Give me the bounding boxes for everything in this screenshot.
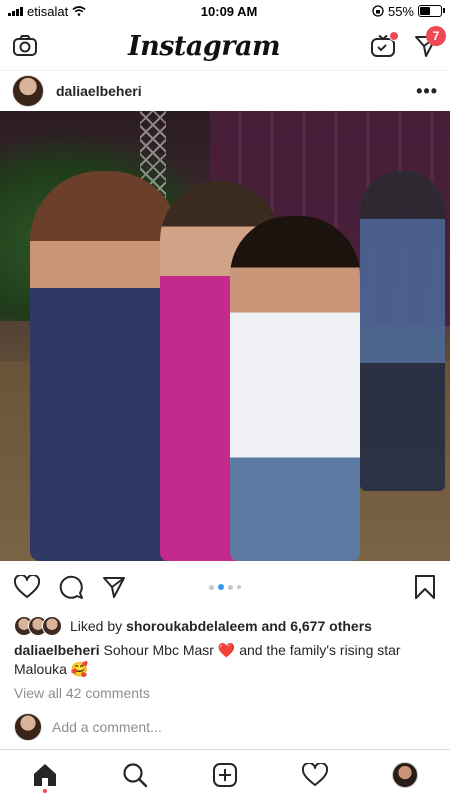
bookmark-icon[interactable] (414, 574, 436, 600)
post-caption: daliaelbeheri Sohour Mbc Masr ❤️ and the… (0, 639, 450, 679)
signal-icon (8, 6, 23, 16)
add-post-icon (213, 763, 237, 787)
photo-person-left (30, 171, 180, 561)
bottom-tab-bar (0, 749, 450, 800)
igtv-new-dot (388, 31, 399, 41)
author-username[interactable]: daliaelbeheri (56, 83, 142, 99)
search-icon (123, 763, 148, 788)
post-actions (0, 561, 450, 613)
orientation-lock-icon (372, 5, 384, 17)
notification-badge: 7 (425, 26, 446, 46)
status-bar: etisalat 10:09 AM 55% (0, 0, 450, 22)
photo-person-background (360, 171, 445, 491)
carousel-dot (237, 585, 241, 589)
liker-avatars (14, 616, 62, 636)
photo-person-right (230, 216, 360, 561)
camera-icon (13, 35, 37, 56)
tab-profile[interactable] (385, 755, 425, 795)
carousel-dot (228, 584, 233, 590)
actions-left (14, 574, 126, 600)
caption-username[interactable]: daliaelbeheri (14, 642, 100, 658)
current-user-avatar (14, 713, 42, 741)
status-left: etisalat (8, 4, 86, 19)
more-options-icon[interactable]: ••• (416, 81, 438, 102)
igtv-button[interactable] (370, 31, 399, 58)
post-header: daliaelbeheri ••• (0, 71, 450, 111)
post-author[interactable]: daliaelbeheri (12, 75, 142, 107)
liked-by-prefix: Liked by (70, 618, 123, 634)
liked-by-others[interactable]: and 6,677 others (261, 618, 372, 634)
tab-activity[interactable] (295, 755, 335, 795)
add-comment-row[interactable]: Add a comment... (0, 701, 450, 741)
camera-button[interactable] (12, 34, 38, 58)
status-right: 55% (372, 3, 445, 19)
caption-emoji: 🥰 (70, 661, 89, 677)
liker-avatar (42, 616, 62, 636)
tab-search[interactable] (115, 755, 155, 795)
tab-add-post[interactable] (205, 755, 245, 795)
likes-text: Liked by shoroukabdelaleem and 6,677 oth… (70, 618, 372, 634)
tab-home[interactable] (25, 755, 65, 795)
direct-messages-button[interactable]: 7 (414, 26, 446, 58)
carousel-dot (218, 584, 224, 590)
battery-percent: 55% (387, 3, 414, 19)
caption-text-1: Sohour Mbc Masr (103, 642, 214, 658)
activity-heart-icon (302, 763, 328, 786)
home-icon (34, 764, 56, 786)
top-bar: Instagram 7 (0, 22, 450, 71)
battery-icon (418, 5, 445, 17)
app-logo: Instagram (127, 30, 281, 62)
view-all-comments-link[interactable]: View all 42 comments (0, 679, 450, 701)
battery-fill (420, 7, 430, 15)
clock: 10:09 AM (200, 3, 258, 19)
add-comment-input[interactable]: Add a comment... (52, 719, 162, 735)
carousel-indicator (209, 584, 241, 590)
likes-row[interactable]: Liked by shoroukabdelaleem and 6,677 oth… (0, 613, 450, 639)
wifi-icon (72, 6, 86, 16)
carousel-dot (209, 584, 214, 590)
comment-icon[interactable] (58, 574, 84, 600)
post-photo[interactable] (0, 111, 450, 561)
share-icon[interactable] (102, 575, 126, 599)
liked-by-user[interactable]: shoroukabdelaleem (126, 618, 258, 634)
author-avatar[interactable] (12, 75, 44, 107)
caption-heart-emoji: ❤️ (217, 642, 236, 658)
carrier-label: etisalat (27, 3, 69, 19)
profile-avatar (392, 762, 418, 788)
heart-icon[interactable] (14, 575, 40, 599)
home-active-dot (43, 789, 47, 793)
topbar-right: 7 (370, 26, 446, 58)
